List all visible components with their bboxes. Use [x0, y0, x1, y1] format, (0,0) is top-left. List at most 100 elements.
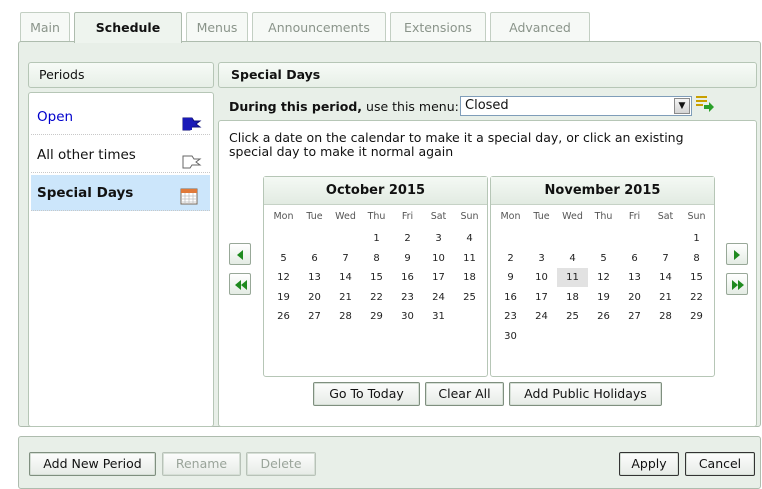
period-item-open[interactable]: Open: [31, 99, 210, 135]
calendar-day[interactable]: 6: [299, 249, 330, 268]
calendar-day[interactable]: 2: [392, 229, 423, 248]
calendar-day[interactable]: 28: [650, 307, 681, 326]
calendar-day[interactable]: 29: [361, 307, 392, 326]
clear-all-button[interactable]: Clear All: [425, 382, 504, 406]
apply-button[interactable]: Apply: [619, 452, 679, 476]
calendar-day[interactable]: 29: [681, 307, 712, 326]
menu-select[interactable]: Closed ▼: [460, 96, 692, 116]
calendar-day[interactable]: 18: [454, 268, 485, 287]
weekday-header: Fri: [401, 211, 414, 222]
calendar-day[interactable]: 20: [299, 288, 330, 307]
calendar-day[interactable]: 5: [588, 249, 619, 268]
calendar-day[interactable]: 11: [454, 249, 485, 268]
weekday-header: Tue: [533, 211, 550, 222]
calendar-day[interactable]: 6: [619, 249, 650, 268]
calendar-day[interactable]: 12: [588, 268, 619, 287]
calendar-day[interactable]: 4: [557, 249, 588, 268]
calendar-day[interactable]: 9: [392, 249, 423, 268]
calendar-day[interactable]: 7: [330, 249, 361, 268]
calendar-day[interactable]: 15: [361, 268, 392, 287]
edit-menu-icon[interactable]: [695, 95, 715, 116]
periods-list: Open All other times Special Days: [28, 92, 214, 427]
period-item-special-days[interactable]: Special Days: [31, 175, 210, 211]
calendar-day[interactable]: 27: [619, 307, 650, 326]
calendar-day[interactable]: 8: [361, 249, 392, 268]
calendar-day[interactable]: 24: [526, 307, 557, 326]
calendar-day[interactable]: 3: [526, 249, 557, 268]
go-to-today-button[interactable]: Go To Today: [313, 382, 420, 406]
arrow-left-icon: [237, 250, 243, 260]
calendar-november: November 2015 Mon Tue Wed Thu Fri Sat Sun 1 2 3 4 5…: [490, 176, 715, 377]
tab-advanced[interactable]: Advanced: [490, 12, 590, 42]
calendar-day[interactable]: 8: [681, 249, 712, 268]
calendar-day[interactable]: 11: [557, 268, 588, 287]
calendar-day[interactable]: 21: [330, 288, 361, 307]
delete-button[interactable]: Delete: [246, 452, 316, 476]
weekday-header: Thu: [367, 211, 386, 222]
calendar-day[interactable]: 22: [681, 288, 712, 307]
prev-year-button[interactable]: [229, 273, 251, 295]
weekday-header: Sun: [687, 211, 706, 222]
calendar-day[interactable]: 16: [495, 288, 526, 307]
calendar-day[interactable]: 23: [495, 307, 526, 326]
period-item-all-other-times[interactable]: All other times: [31, 137, 210, 173]
calendar-day[interactable]: 9: [495, 268, 526, 287]
calendar-day[interactable]: 17: [526, 288, 557, 307]
calendar-day[interactable]: 25: [557, 307, 588, 326]
calendar-day[interactable]: 4: [454, 229, 485, 248]
calendar-day[interactable]: 1: [681, 229, 712, 248]
calendar-day[interactable]: 26: [588, 307, 619, 326]
calendar-day[interactable]: 10: [423, 249, 454, 268]
calendar-day[interactable]: 30: [392, 307, 423, 326]
calendar-day[interactable]: 13: [619, 268, 650, 287]
calendar-day[interactable]: 17: [423, 268, 454, 287]
weekday-header: Wed: [562, 211, 583, 222]
prev-month-button[interactable]: [229, 243, 251, 265]
calendar-day[interactable]: 5: [268, 249, 299, 268]
calendar-day[interactable]: 21: [650, 288, 681, 307]
calendar-day[interactable]: 25: [454, 288, 485, 307]
add-new-period-button[interactable]: Add New Period: [29, 452, 156, 476]
calendar-day[interactable]: 16: [392, 268, 423, 287]
menu-label-bold: During this period,: [229, 99, 363, 114]
calendar-day[interactable]: 10: [526, 268, 557, 287]
calendar-day[interactable]: 22: [361, 288, 392, 307]
calendar-icon: [180, 183, 198, 219]
calendar-day[interactable]: 7: [650, 249, 681, 268]
tab-extensions[interactable]: Extensions: [390, 12, 486, 42]
calendar-day[interactable]: 24: [423, 288, 454, 307]
calendar-day[interactable]: 18: [557, 288, 588, 307]
cancel-button[interactable]: Cancel: [685, 452, 755, 476]
tab-menus[interactable]: Menus: [186, 12, 248, 42]
calendar-day[interactable]: 14: [650, 268, 681, 287]
tab-main[interactable]: Main: [20, 12, 70, 42]
calendar-day[interactable]: 23: [392, 288, 423, 307]
calendar-day[interactable]: 13: [299, 268, 330, 287]
chevron-down-icon[interactable]: ▼: [674, 98, 690, 114]
menu-select-label: During this period, use this menu:: [229, 99, 459, 114]
next-year-button[interactable]: [726, 273, 748, 295]
weekday-header: Sat: [657, 211, 674, 222]
calendar-day[interactable]: 19: [588, 288, 619, 307]
calendar-day[interactable]: 28: [330, 307, 361, 326]
calendar-day[interactable]: 12: [268, 268, 299, 287]
calendar-october: October 2015 Mon Tue Wed Thu Fri Sat Sun 1 2 3 4 5 6…: [263, 176, 488, 377]
calendar-day[interactable]: 31: [423, 307, 454, 326]
calendar-day[interactable]: 1: [361, 229, 392, 248]
menu-label-rest: use this menu:: [362, 99, 459, 114]
calendar-day[interactable]: 2: [495, 249, 526, 268]
calendar-day[interactable]: 14: [330, 268, 361, 287]
calendar-day[interactable]: 3: [423, 229, 454, 248]
calendar-day[interactable]: 26: [268, 307, 299, 326]
calendar-day[interactable]: 19: [268, 288, 299, 307]
tab-announcements[interactable]: Announcements: [252, 12, 386, 42]
calendar-day[interactable]: 30: [495, 327, 526, 346]
calendar-day[interactable]: 27: [299, 307, 330, 326]
add-public-holidays-button[interactable]: Add Public Holidays: [509, 382, 662, 406]
tab-schedule[interactable]: Schedule: [74, 12, 182, 43]
calendar-day[interactable]: 15: [681, 268, 712, 287]
next-month-button[interactable]: [726, 243, 748, 265]
calendar-day[interactable]: 20: [619, 288, 650, 307]
rename-button[interactable]: Rename: [162, 452, 241, 476]
instruction-line-1: Click a date on the calendar to make it …: [229, 130, 684, 145]
